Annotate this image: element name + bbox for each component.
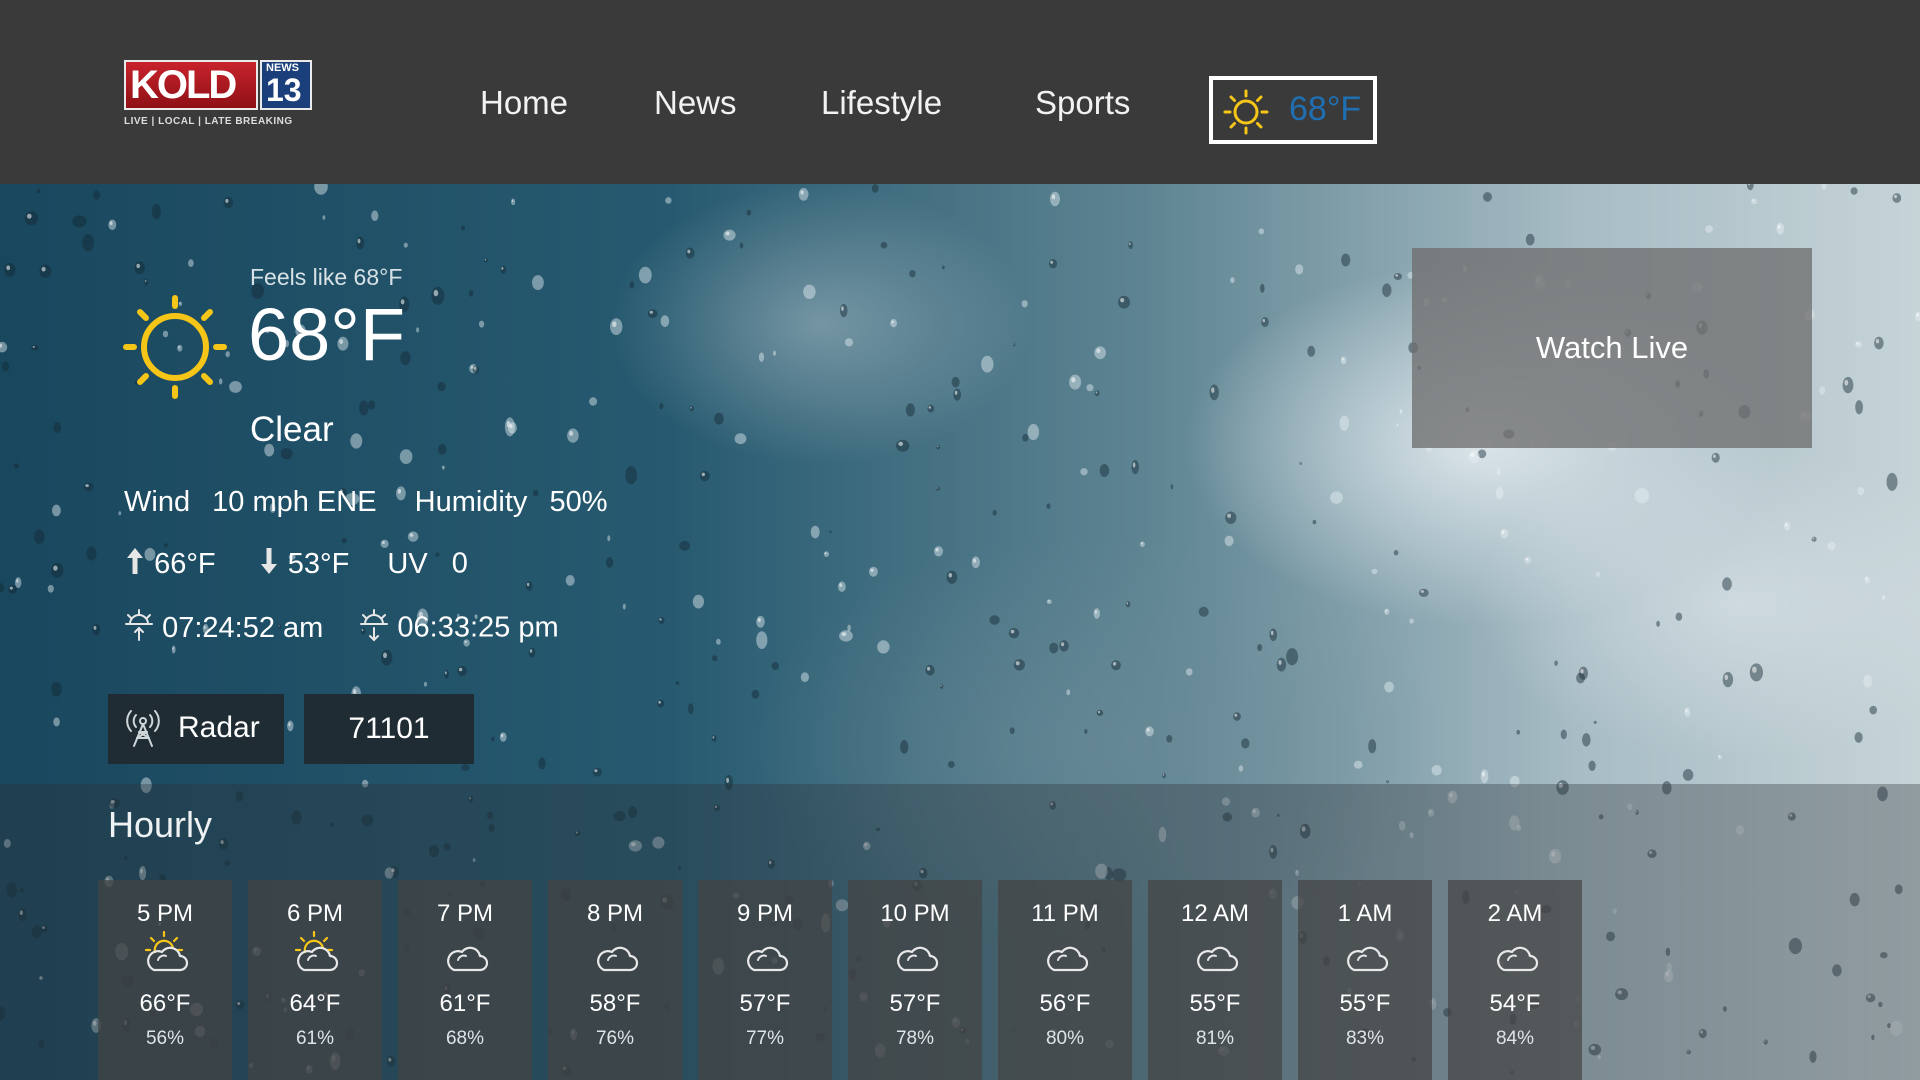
hourly-time: 1 AM [1337, 900, 1393, 927]
hourly-time: 9 PM [736, 900, 793, 927]
hourly-humidity: 83% [1345, 1028, 1385, 1049]
hourly-temp: 57°F [889, 990, 941, 1017]
hourly-card[interactable]: 2 AM 54°F 84% [1448, 880, 1582, 1080]
hourly-humidity: 84% [1495, 1028, 1535, 1049]
hourly-time: 12 AM [1180, 900, 1250, 927]
cloud-icon [1038, 930, 1092, 981]
sunrise-time: 07:24:52 am [162, 611, 324, 644]
hourly-card[interactable]: 7 PM 61°F 68% [398, 880, 532, 1080]
cloud-icon [588, 930, 642, 981]
feels-like: Feels like 68°F [250, 264, 403, 290]
hourly-temp: 61°F [439, 990, 491, 1017]
hourly-card[interactable]: 1 AM 55°F 83% [1298, 880, 1432, 1080]
hourly-time: 11 PM [1031, 900, 1099, 927]
weather-hero: Feels like 68°F 68°F Clear Wind 10 mph E… [0, 184, 1920, 1080]
sunset-icon [359, 608, 389, 650]
wind-value: 10 mph ENE [212, 486, 377, 518]
current-condition: Clear [250, 410, 334, 449]
arrow-down-icon [258, 546, 280, 584]
cloud-icon [438, 930, 492, 981]
nav-weather-button[interactable]: 68°F [1209, 76, 1377, 144]
hourly-time: 6 PM [286, 900, 343, 927]
sun-times-row: 07:24:52 am 06:33:25 pm [124, 608, 559, 650]
hourly-temp: 56°F [1039, 990, 1091, 1017]
humidity-label: Humidity [414, 486, 528, 518]
hourly-time: 8 PM [586, 900, 643, 927]
hourly-card[interactable]: 10 PM 57°F 78% [848, 880, 982, 1080]
hourly-card[interactable]: 9 PM 57°F 77% [698, 880, 832, 1080]
top-navigation-bar: KOLD NEWS 13 LIVE | LOCAL | LATE BREAKIN… [0, 0, 1920, 184]
hourly-temp: 64°F [289, 990, 341, 1017]
nav-item-sports[interactable]: Sports [1035, 84, 1130, 122]
hourly-temp: 55°F [1189, 990, 1241, 1017]
cloud-icon [738, 930, 792, 981]
hourly-humidity: 56% [145, 1028, 185, 1049]
logo-wordmark: KOLD [124, 60, 258, 110]
hourly-humidity: 76% [595, 1028, 635, 1049]
hourly-card[interactable]: 8 PM 58°F 76% [548, 880, 682, 1080]
hourly-humidity: 81% [1195, 1028, 1235, 1049]
arrow-up-icon [124, 546, 146, 584]
low-temp: 53°F [287, 547, 350, 580]
hourly-temp: 57°F [739, 990, 791, 1017]
cloud-icon [1338, 930, 1392, 981]
nav-weather-temp: 68°F [1289, 90, 1362, 128]
hourly-temp: 66°F [139, 990, 191, 1017]
hourly-time: 7 PM [436, 900, 493, 927]
hourly-humidity: 61% [295, 1028, 335, 1049]
cloud-icon [1488, 930, 1542, 981]
nav-item-lifestyle[interactable]: Lifestyle [821, 84, 942, 122]
hourly-card[interactable]: 5 PM 66°F 56% [98, 880, 232, 1080]
hourly-time: 10 PM [880, 900, 950, 927]
hourly-humidity: 77% [745, 1028, 785, 1049]
hourly-temp: 55°F [1339, 990, 1391, 1017]
current-temperature: 68°F [248, 293, 406, 376]
sun-icon [1223, 89, 1269, 140]
humidity-value: 50% [549, 486, 608, 518]
uv-label: UV [387, 547, 428, 580]
hourly-temp: 58°F [589, 990, 641, 1017]
radar-button[interactable]: Radar [108, 694, 284, 764]
hourly-time: 5 PM [136, 900, 193, 927]
nav-item-home[interactable]: Home [480, 84, 568, 122]
zip-code-button[interactable]: 71101 [304, 694, 474, 764]
nav-item-news[interactable]: News [654, 84, 737, 122]
hourly-card[interactable]: 6 PM 64°F 61% [248, 880, 382, 1080]
watch-live-button[interactable]: Watch Live [1412, 248, 1812, 448]
hourly-card[interactable]: 12 AM 55°F 81% [1148, 880, 1282, 1080]
wind-humidity-row: Wind 10 mph ENE Humidity 50% [124, 486, 622, 519]
hourly-time: 2 AM [1487, 900, 1543, 927]
wind-label: Wind [124, 486, 191, 518]
hourly-card[interactable]: 11 PM 56°F 80% [998, 880, 1132, 1080]
cloud-icon [1188, 930, 1242, 981]
uv-value: 0 [451, 547, 468, 580]
hourly-temp: 54°F [1489, 990, 1541, 1017]
radar-label: Radar [178, 711, 260, 744]
high-low-uv-row: 66°F 53°F UV 0 [124, 546, 468, 584]
hourly-humidity: 80% [1045, 1028, 1085, 1049]
logo-badge-number: 13 [266, 72, 302, 108]
logo-badge: NEWS 13 [260, 60, 312, 110]
kold-news13-logo[interactable]: KOLD NEWS 13 LIVE | LOCAL | LATE BREAKIN… [124, 56, 314, 128]
radar-tower-icon [126, 710, 160, 753]
hourly-humidity: 68% [445, 1028, 485, 1049]
sunset-time: 06:33:25 pm [397, 611, 559, 644]
sun-icon [122, 294, 228, 405]
sunrise-icon [124, 608, 154, 650]
partly-sunny-icon [288, 930, 342, 981]
logo-tagline: LIVE | LOCAL | LATE BREAKING [124, 116, 293, 127]
hourly-humidity: 78% [895, 1028, 935, 1049]
high-temp: 66°F [154, 547, 216, 580]
hourly-title: Hourly [108, 804, 213, 845]
cloud-icon [888, 930, 942, 981]
partly-sunny-icon [138, 930, 192, 981]
